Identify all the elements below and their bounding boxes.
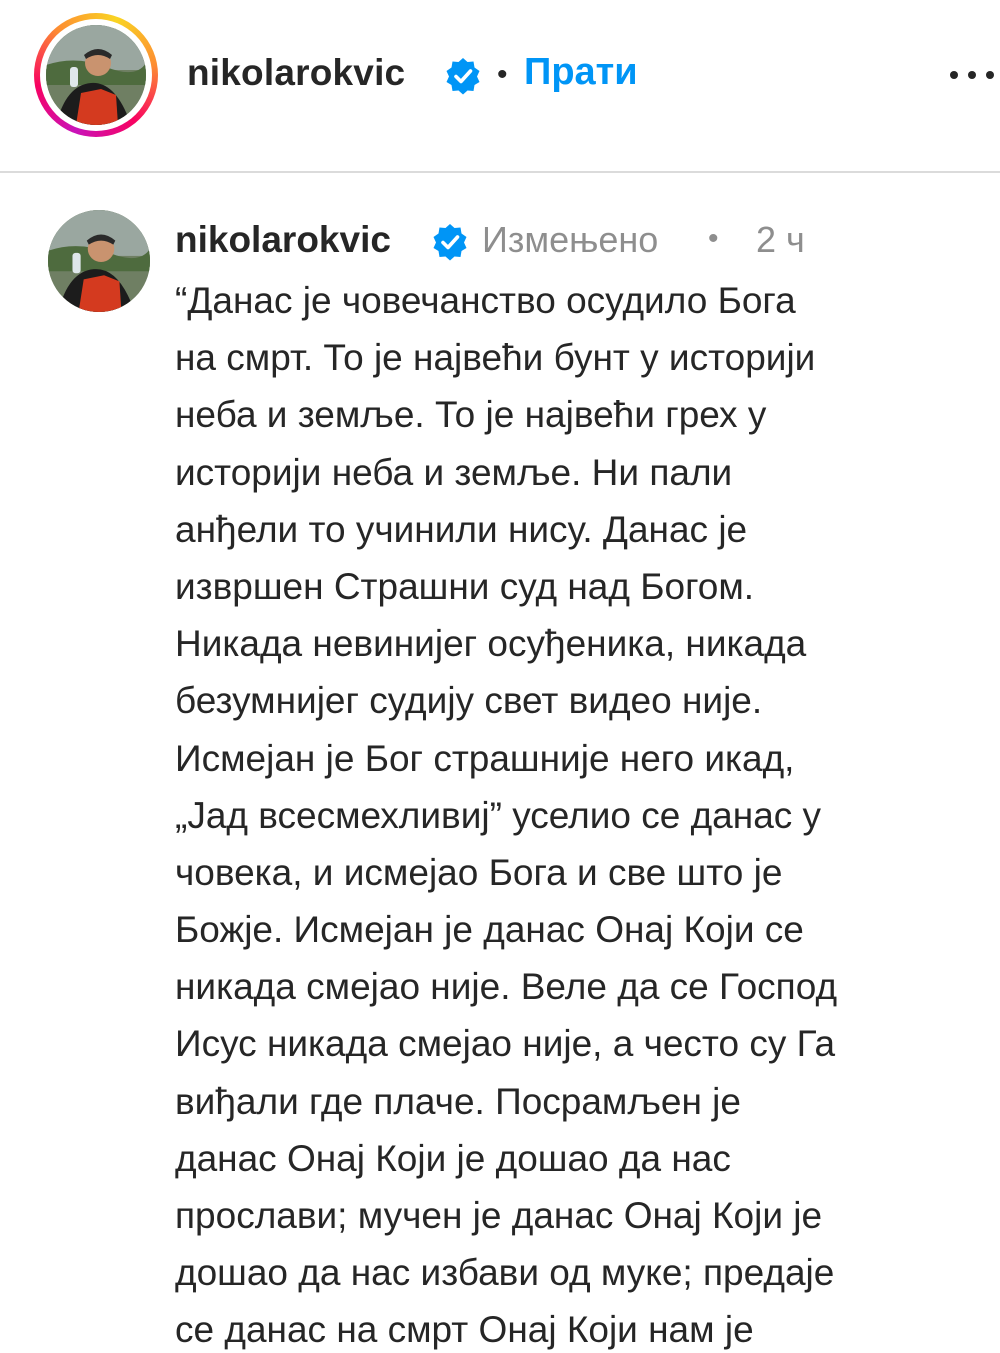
caption-line: безумнијег судију свет видео није. — [175, 680, 763, 722]
caption-line: прослави; мучен је данас Онај Који је — [175, 1195, 823, 1236]
caption-line: виђали где плаче. Посрамљен је — [175, 1080, 741, 1122]
caption-line: Исус никада смејао није, а често су Га — [175, 1023, 836, 1065]
header-divider — [0, 171, 1000, 173]
caption-line: извршен Страшни суд над Богом. — [175, 565, 755, 607]
caption-line: неба и земље. То је највећи грех у — [175, 394, 767, 436]
post-timestamp[interactable]: 2 ч — [756, 219, 805, 261]
header-avatar[interactable] — [46, 25, 146, 125]
caption-line: анђели то учинили нису. Данас је — [175, 508, 748, 550]
caption-line: се данас на смрт Онај Који нам је — [175, 1309, 754, 1351]
caption-separator: • — [708, 222, 719, 255]
caption-line: данас Онај Који је дошао да нас — [175, 1137, 731, 1179]
verified-badge-icon — [433, 224, 467, 261]
caption-avatar[interactable] — [48, 210, 150, 312]
caption-line: историји неба и земље. Ни пали — [175, 451, 733, 493]
caption-line: дошао да нас избави од муке; предаје — [175, 1252, 835, 1294]
header-separator: • — [497, 58, 508, 91]
caption-line: „Јад всесмехливиј” уселио се данас у — [175, 794, 822, 836]
header-username[interactable]: nikolarokvic — [187, 52, 405, 94]
caption-text: “Данас је човечанство осудило Бога на см… — [175, 272, 975, 1353]
more-options-icon[interactable] — [944, 60, 1000, 90]
avatar-image — [46, 25, 146, 125]
post-header: nikolarokvic • Прати — [0, 0, 1000, 172]
caption-line: “Данас је човечанство осудило Бога — [175, 280, 796, 321]
instagram-post: nikolarokvic • Прати nikolarokvic Измење… — [0, 0, 1000, 1353]
caption-line: Исмејан је Бог страшније него икад, — [175, 737, 795, 779]
caption-line: на смрт. То је највећи бунт у историји — [175, 337, 816, 379]
verified-badge-icon — [446, 58, 480, 95]
caption-line: Божје. Исмејан је данас Онај Који се — [175, 909, 804, 951]
follow-button[interactable]: Прати — [524, 51, 638, 94]
caption-line: Никада невинијег осуђеника, никада — [175, 623, 807, 665]
edited-label: Измењено — [482, 219, 659, 260]
avatar-image — [48, 210, 150, 312]
caption-username[interactable]: nikolarokvic — [175, 219, 391, 261]
caption-line: човека, и исмејао Бога и све што је — [175, 851, 783, 893]
caption-line: никада смејао није. Веле да се Господ — [175, 966, 838, 1008]
